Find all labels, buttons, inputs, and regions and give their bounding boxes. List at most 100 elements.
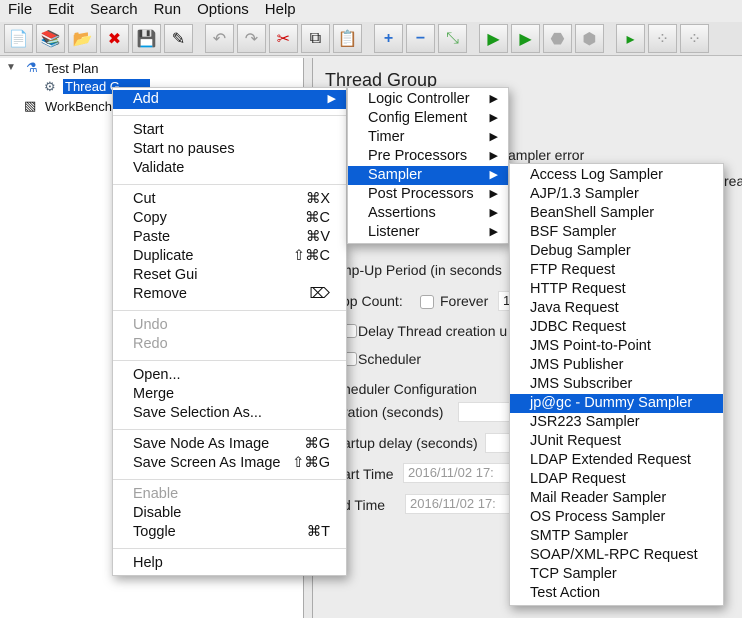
sampler-item-beanshell-sampler[interactable]: BeanShell Sampler	[510, 204, 723, 223]
sampler-item-test-action[interactable]: Test Action	[510, 584, 723, 603]
sampler-item-ajp-1-3-sampler[interactable]: AJP/1.3 Sampler	[510, 185, 723, 204]
shutdown-icon[interactable]: ⬢	[575, 24, 604, 53]
forever-checkbox[interactable]	[420, 295, 434, 309]
menu-item-help[interactable]: Help	[113, 554, 346, 573]
sampler-item-java-request[interactable]: Java Request	[510, 299, 723, 318]
new-icon[interactable]: 📄	[4, 24, 33, 53]
menu-item-add[interactable]: Add ▶	[113, 90, 346, 109]
menu-item-copy[interactable]: Copy ⌘C	[113, 209, 346, 228]
menu-item-enable: Enable	[133, 486, 179, 502]
sampler-item-debug-sampler[interactable]: Debug Sampler	[510, 242, 723, 261]
remote-icon[interactable]: ⁘	[648, 24, 677, 53]
add-menu-item-listener[interactable]: Listener ▶	[348, 223, 508, 242]
menu-item-merge[interactable]: Merge	[113, 385, 346, 404]
menu-search[interactable]: Search	[82, 0, 146, 22]
sampler-item-soap-xml-rpc-request[interactable]: SOAP/XML-RPC Request	[510, 546, 723, 565]
menu-edit[interactable]: Edit	[40, 0, 82, 22]
end-time-input[interactable]: 2016/11/02 17:	[405, 494, 515, 514]
menu-item-start-no-pauses[interactable]: Start no pauses	[113, 140, 346, 159]
menu-help[interactable]: Help	[257, 0, 304, 22]
menu-bar: File Edit Search Run Options Help	[0, 0, 742, 22]
sampler-item-ldap-extended-request[interactable]: LDAP Extended Request	[510, 451, 723, 470]
sampler-item-tcp-sampler[interactable]: TCP Sampler	[510, 565, 723, 584]
sampler-item-mail-reader-sampler[interactable]: Mail Reader Sampler	[510, 489, 723, 508]
sampler-item-bsf-sampler[interactable]: BSF Sampler	[510, 223, 723, 242]
sampler-item-access-log-sampler[interactable]: Access Log Sampler	[510, 166, 723, 185]
save-as-icon[interactable]: ✎	[164, 24, 193, 53]
redo-icon[interactable]: ↷	[237, 24, 266, 53]
sampler-item-jdbc-request[interactable]: JDBC Request	[510, 318, 723, 337]
delay-thread-label: Delay Thread creation u	[358, 323, 508, 339]
start-time-input[interactable]: 2016/11/02 17:	[403, 463, 513, 483]
menu-options[interactable]: Options	[189, 0, 257, 22]
undo-icon[interactable]: ↶	[205, 24, 234, 53]
menu-item-reset-gui[interactable]: Reset Gui	[113, 266, 346, 285]
menu-run[interactable]: Run	[146, 0, 190, 22]
label: Post Processors	[368, 186, 474, 202]
paste-icon[interactable]: 📋	[333, 24, 362, 53]
start-icon[interactable]: ▶	[479, 24, 508, 53]
menu-item-open[interactable]: Open...	[113, 366, 346, 385]
submenu-arrow-icon: ▶	[489, 112, 498, 124]
tree-node-test-plan[interactable]: Test Plan	[45, 61, 98, 76]
shortcut: ⌘C	[305, 210, 330, 226]
submenu-arrow-icon: ▶	[489, 131, 498, 143]
start-no-pauses-icon[interactable]: ▶	[511, 24, 540, 53]
menu-item-toggle[interactable]: Toggle ⌘T	[113, 523, 346, 542]
sampler-item-jms-subscriber[interactable]: JMS Subscriber	[510, 375, 723, 394]
sampler-item-jsr223-sampler[interactable]: JSR223 Sampler	[510, 413, 723, 432]
toggle-icon[interactable]: ⤡	[438, 24, 467, 53]
templates-icon[interactable]: 📚	[36, 24, 65, 53]
collapse-icon[interactable]: −	[406, 24, 435, 53]
remote-start-icon[interactable]: ▸	[616, 24, 645, 53]
add-menu-item-timer[interactable]: Timer ▶	[348, 128, 508, 147]
sampler-item-ftp-request[interactable]: FTP Request	[510, 261, 723, 280]
label: Config Element	[368, 110, 468, 126]
stop-icon[interactable]: ⬣	[543, 24, 572, 53]
add-menu-item-logic-controller[interactable]: Logic Controller ▶	[348, 90, 508, 109]
add-submenu: Logic Controller ▶ Config Element ▶ Timer ▶ Pr…	[347, 87, 509, 244]
sampler-item-os-process-sampler[interactable]: OS Process Sampler	[510, 508, 723, 527]
close-icon[interactable]: ✖	[100, 24, 129, 53]
duration-label: ration (seconds)	[343, 404, 444, 420]
menu-file[interactable]: File	[0, 0, 40, 22]
menu-item-save-node-image[interactable]: Save Node As Image ⌘G	[113, 435, 346, 454]
tree-node-workbench[interactable]: WorkBench	[45, 99, 112, 114]
menu-item-remove[interactable]: Remove ⌦	[113, 285, 346, 304]
menu-item-disable[interactable]: Disable	[113, 504, 346, 523]
separator	[113, 310, 346, 311]
menu-item-save-screen-image[interactable]: Save Screen As Image ⇧⌘G	[113, 454, 346, 473]
label: Sampler	[368, 167, 422, 183]
add-menu-item-pre-processors[interactable]: Pre Processors ▶	[348, 147, 508, 166]
sampler-item-smtp-sampler[interactable]: SMTP Sampler	[510, 527, 723, 546]
expand-arrow-icon[interactable]: ▼	[6, 62, 16, 73]
menu-item-paste[interactable]: Paste ⌘V	[113, 228, 346, 247]
sampler-item-ldap-request[interactable]: LDAP Request	[510, 470, 723, 489]
sampler-item-jms-point-to-point[interactable]: JMS Point-to-Point	[510, 337, 723, 356]
cut-icon[interactable]: ✂	[269, 24, 298, 53]
add-menu-item-config-element[interactable]: Config Element ▶	[348, 109, 508, 128]
scheduler-config-label: heduler Configuration	[343, 381, 477, 397]
label: Save Node As Image	[133, 436, 270, 452]
add-menu-item-post-processors[interactable]: Post Processors ▶	[348, 185, 508, 204]
menu-item-cut[interactable]: Cut ⌘X	[113, 190, 346, 209]
add-menu-item-sampler[interactable]: Sampler ▶	[348, 166, 508, 185]
submenu-arrow-icon: ▶	[489, 150, 498, 162]
menu-item-save-selection[interactable]: Save Selection As...	[113, 404, 346, 423]
expand-icon[interactable]: +	[374, 24, 403, 53]
remote-stop-icon[interactable]: ⁘	[680, 24, 709, 53]
menu-item-duplicate[interactable]: Duplicate ⇧⌘C	[113, 247, 346, 266]
label: Add	[133, 91, 159, 107]
label: Copy	[133, 210, 167, 226]
open-icon[interactable]: 📂	[68, 24, 97, 53]
label: Logic Controller	[368, 91, 470, 107]
menu-item-validate[interactable]: Validate	[113, 159, 346, 178]
menu-item-start[interactable]: Start	[113, 121, 346, 140]
sampler-item-junit-request[interactable]: JUnit Request	[510, 432, 723, 451]
sampler-item-http-request[interactable]: HTTP Request	[510, 280, 723, 299]
add-menu-item-assertions[interactable]: Assertions ▶	[348, 204, 508, 223]
save-icon[interactable]: 💾	[132, 24, 161, 53]
sampler-item-jp-gc-dummy-sampler[interactable]: jp@gc - Dummy Sampler	[510, 394, 723, 413]
copy-icon[interactable]: ⧉	[301, 24, 330, 53]
sampler-item-jms-publisher[interactable]: JMS Publisher	[510, 356, 723, 375]
